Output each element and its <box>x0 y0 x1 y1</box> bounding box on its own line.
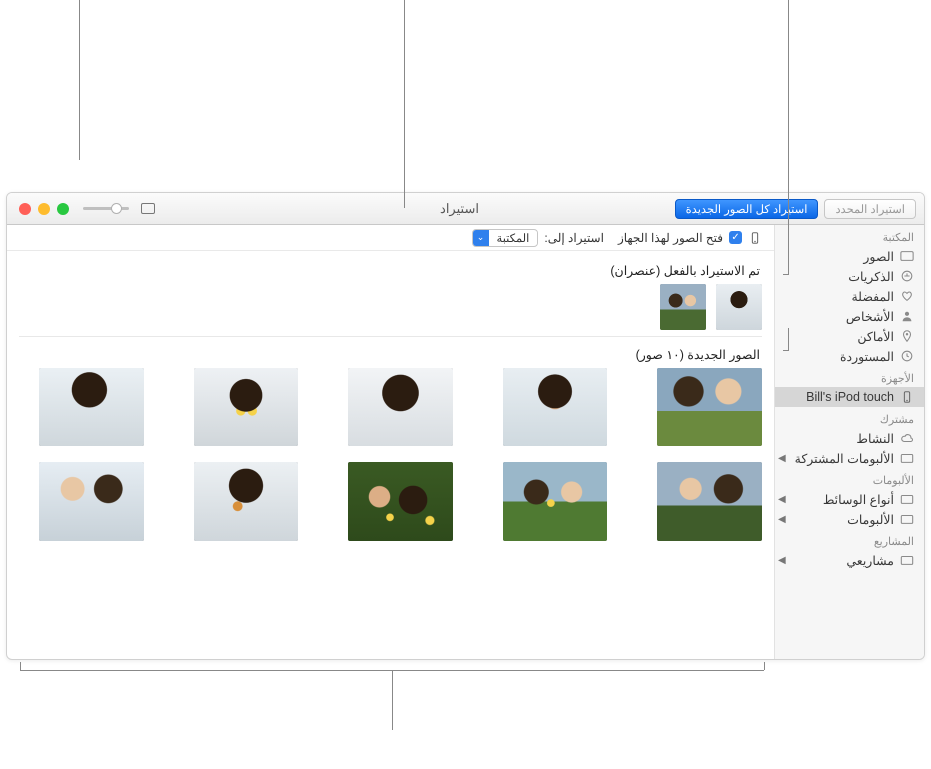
callout-line-import-all <box>79 0 80 160</box>
sidebar-item-favorites[interactable]: المفضلة <box>775 286 924 306</box>
import-content: تم الاستيراد بالفعل (عنصران) الصور الجدي… <box>7 251 774 659</box>
callout-line-already-imported-top <box>788 0 789 274</box>
new-photo-thumb[interactable] <box>657 368 762 446</box>
import-selected-button[interactable]: استيراد المحدد <box>824 199 916 219</box>
sidebar-item-shared-albums[interactable]: ◀ الألبومات المشتركة <box>775 448 924 468</box>
sidebar-item-label: مشاريعي <box>846 553 894 568</box>
sidebar-item-photos[interactable]: الصور <box>775 246 924 266</box>
open-photos-checkbox[interactable]: ✓ <box>729 231 742 244</box>
cloud-icon <box>900 431 914 445</box>
open-photos-label: فتح الصور لهذا الجهاز <box>618 231 723 245</box>
folder-icon <box>900 512 914 526</box>
sidebar-item-label: المفضلة <box>851 289 894 304</box>
sidebar-item-label: الأماكن <box>857 329 894 344</box>
callout-hook-top <box>783 274 789 275</box>
already-imported-header: تم الاستيراد بالفعل (عنصران) <box>21 263 760 278</box>
import-to-value: المكتبة <box>489 231 538 245</box>
already-imported-thumb[interactable] <box>660 284 706 330</box>
callout-line-import-to <box>404 0 405 208</box>
folder-icon <box>900 553 914 567</box>
section-albums: الألبومات <box>775 468 924 489</box>
heart-icon <box>900 289 914 303</box>
new-photo-thumb[interactable] <box>503 368 608 446</box>
sidebar-item-media-types[interactable]: ◀ أنواع الوسائط <box>775 489 924 509</box>
sidebar-item-label: Bill's iPod touch <box>806 390 894 404</box>
new-photo-thumb[interactable] <box>657 462 762 540</box>
section-library: المكتبة <box>775 225 924 246</box>
sidebar-item-label: الذكريات <box>848 269 894 284</box>
disclosure-icon[interactable]: ◀ <box>778 555 786 566</box>
new-photo-thumb[interactable] <box>194 368 299 446</box>
callout-hook-bottom <box>783 350 789 351</box>
sidebar-item-label: أنواع الوسائط <box>823 492 894 507</box>
sidebar-item-label: الألبومات <box>847 512 894 527</box>
sidebar-item-activity[interactable]: النشاط <box>775 428 924 448</box>
sidebar-item-albums[interactable]: ◀ الألبومات <box>775 509 924 529</box>
clock-icon <box>900 349 914 363</box>
already-imported-row <box>19 284 762 330</box>
new-photos-grid <box>19 368 762 541</box>
new-photos-header: الصور الجديدة (١٠ صور) <box>21 347 760 362</box>
sidebar-item-label: الأشخاص <box>846 309 894 324</box>
device-header: ✓ فتح الصور لهذا الجهاز <box>618 231 762 245</box>
section-divider <box>19 336 762 337</box>
ipod-icon <box>748 231 762 245</box>
new-photo-thumb[interactable] <box>39 368 144 446</box>
new-photo-thumb[interactable] <box>194 462 299 540</box>
disclosure-icon[interactable]: ◀ <box>778 453 786 464</box>
main-content: ✓ فتح الصور لهذا الجهاز استيراد إلى: الم… <box>7 193 774 659</box>
new-photo-thumb[interactable] <box>348 462 453 540</box>
sidebar: المكتبة الصور الذكريات المفضلة الأشخاص <box>774 193 924 659</box>
callout-bracket-stem <box>392 670 393 730</box>
section-shared: مشترك <box>775 407 924 428</box>
new-photo-thumb[interactable] <box>348 368 453 446</box>
sidebar-item-people[interactable]: الأشخاص <box>775 306 924 326</box>
new-photo-thumb[interactable] <box>39 462 144 540</box>
sidebar-item-label: النشاط <box>856 431 894 446</box>
disclosure-icon[interactable]: ◀ <box>778 494 786 505</box>
disclosure-icon[interactable]: ◀ <box>778 514 786 525</box>
callout-bracket-right <box>764 662 765 670</box>
callout-bracket-left <box>20 662 21 670</box>
person-icon <box>900 309 914 323</box>
import-to-label: استيراد إلى: <box>544 231 604 245</box>
photos-icon <box>900 249 914 263</box>
sidebar-item-label: المستوردة <box>840 349 894 364</box>
import-to-select[interactable]: المكتبة ⌄ <box>472 229 539 247</box>
callout-line-already-imported-bottom <box>788 328 789 350</box>
memories-icon <box>900 269 914 283</box>
sidebar-item-imports[interactable]: المستوردة <box>775 346 924 366</box>
chevron-down-icon: ⌄ <box>473 230 489 246</box>
folder-icon <box>900 492 914 506</box>
sidebar-item-memories[interactable]: الذكريات <box>775 266 924 286</box>
ipod-icon <box>900 390 914 404</box>
import-subbar: ✓ فتح الصور لهذا الجهاز استيراد إلى: الم… <box>7 225 774 251</box>
sidebar-item-device[interactable]: Bill's iPod touch <box>775 387 924 407</box>
already-imported-thumb[interactable] <box>716 284 762 330</box>
sidebar-item-places[interactable]: الأماكن <box>775 326 924 346</box>
sidebar-item-my-projects[interactable]: ◀ مشاريعي <box>775 550 924 570</box>
new-photo-thumb[interactable] <box>503 462 608 540</box>
section-devices: الأجهزة <box>775 366 924 387</box>
sidebar-item-label: الصور <box>863 249 894 264</box>
sidebar-item-label: الألبومات المشتركة <box>795 451 894 466</box>
section-projects: المشاريع <box>775 529 924 550</box>
folder-icon <box>900 451 914 465</box>
pin-icon <box>900 329 914 343</box>
